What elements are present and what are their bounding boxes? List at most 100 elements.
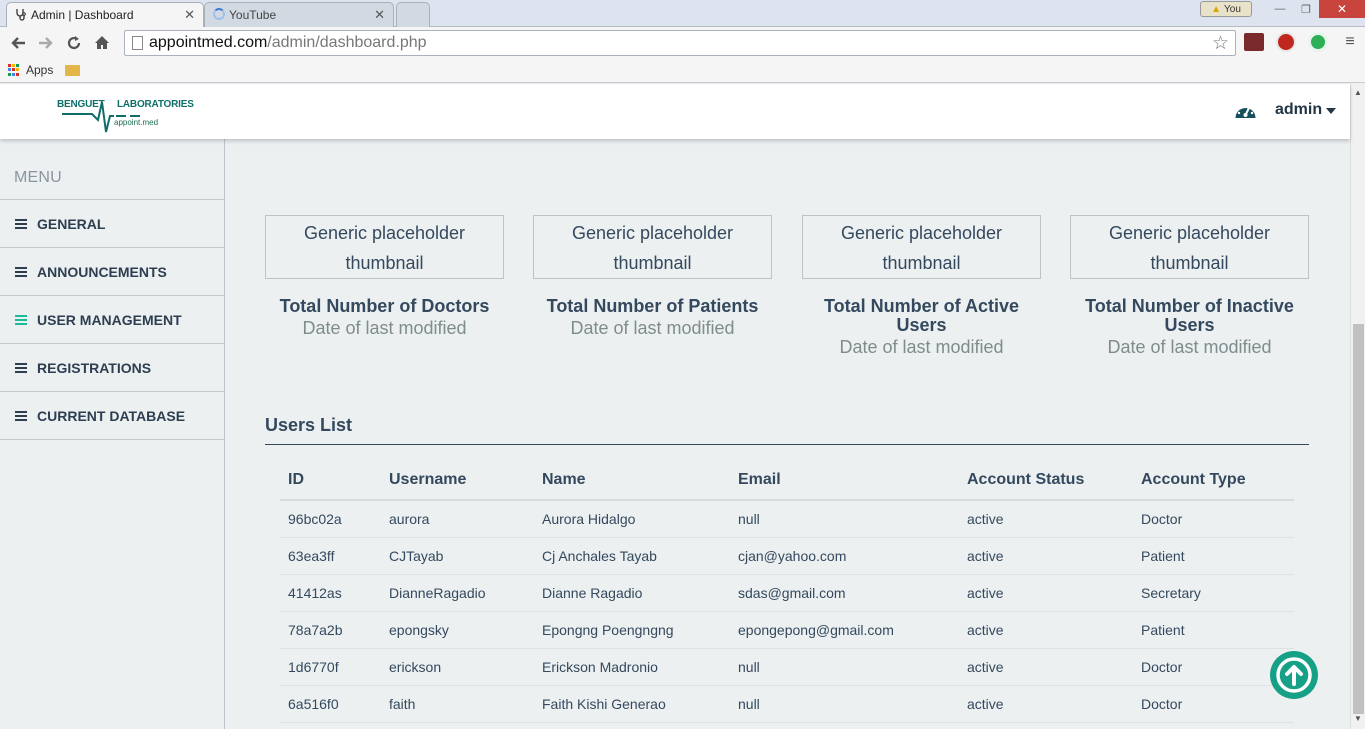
thumbnail-placeholder: Generic placeholder thumbnail: [265, 215, 504, 279]
folder-icon[interactable]: [65, 64, 81, 76]
cell-type: Patient: [1133, 611, 1294, 649]
grammarly-icon[interactable]: [1308, 32, 1328, 52]
sidebar-item-registrations[interactable]: REGISTRATIONS: [0, 344, 224, 392]
cell-id: 41412as: [280, 574, 381, 612]
column-header-id: ID: [280, 461, 381, 501]
menu-title: MENU: [14, 169, 62, 186]
admin-user-dropdown[interactable]: admin: [1275, 101, 1337, 119]
thumbnail-text: Generic placeholder: [840, 223, 1003, 243]
app-header: BENGUET LABORATORIES appoint.med admin: [0, 84, 1350, 139]
dashboard-gauge-icon[interactable]: [1234, 101, 1257, 121]
scrollbar-thumb[interactable]: [1353, 324, 1364, 714]
tab-title: YouTube: [229, 8, 277, 22]
cell-type: Secretary: [1133, 574, 1294, 612]
sidebar-item-announcements[interactable]: ANNOUNCEMENTS: [0, 248, 224, 296]
stethoscope-icon: [15, 8, 28, 21]
table-row[interactable]: 78a7a2b epongsky Epongng Poengngng epong…: [280, 611, 1294, 649]
logo[interactable]: BENGUET LABORATORIES appoint.med: [56, 90, 196, 133]
window-close-icon[interactable]: ✕: [1319, 0, 1365, 18]
thumbnail-text: Generic placeholder: [303, 223, 466, 243]
column-header-account-type: Account Type: [1133, 461, 1294, 501]
restore-icon[interactable]: ❐: [1293, 0, 1319, 18]
cell-id: 96bc02a: [280, 500, 381, 538]
cell-status: active: [959, 611, 1133, 649]
page-scrollbar[interactable]: ▲ ▼: [1350, 84, 1365, 729]
divider: [265, 444, 1309, 445]
scroll-down-arrow-icon[interactable]: ▼: [1354, 714, 1362, 723]
table-row[interactable]: 96bc02a aurora Aurora Hidalgo null activ…: [280, 500, 1294, 538]
cell-username: epongsky: [381, 611, 534, 649]
column-header-email: Email: [730, 461, 959, 501]
cell-status: active: [959, 648, 1133, 686]
window-controls: — ❐ ✕: [1267, 0, 1365, 18]
cell-username: CJTayab: [381, 537, 534, 575]
forward-arrow-icon[interactable]: [32, 29, 60, 57]
home-icon[interactable]: [88, 29, 116, 57]
browser-toolbar: appointmed.com/admin/dashboard.php ☆ ≡: [0, 27, 1365, 58]
stat-card-patients: Generic placeholder thumbnail Total Numb…: [533, 215, 772, 339]
stat-card-inactive-users: Generic placeholder thumbnail Total Numb…: [1070, 215, 1309, 358]
adblock-icon[interactable]: [1276, 32, 1296, 52]
apps-grid-icon[interactable]: [8, 64, 20, 76]
tab-admin-dashboard[interactable]: Admin | Dashboard ✕: [6, 2, 204, 27]
apps-link[interactable]: Apps: [26, 63, 53, 77]
close-icon[interactable]: ✕: [374, 7, 385, 23]
cell-name: Erickson Madronio: [534, 648, 730, 686]
reload-icon[interactable]: [60, 29, 88, 57]
user-label: admin: [1275, 101, 1323, 118]
table-row[interactable]: 41412as DianneRagadio Dianne Ragadio sda…: [280, 574, 1294, 612]
table-row[interactable]: 1d6770f erickson Erickson Madronio null …: [280, 648, 1294, 686]
cell-email: null: [730, 685, 959, 723]
sidebar-item-label: ANNOUNCEMENTS: [37, 263, 167, 280]
table-row[interactable]: 63ea3ff CJTayab Cj Anchales Tayab cjan@y…: [280, 537, 1294, 575]
cell-email: cjan@yahoo.com: [730, 537, 959, 575]
tab-youtube[interactable]: YouTube ✕: [204, 2, 394, 27]
cell-status: active: [959, 685, 1133, 723]
scroll-up-arrow-icon[interactable]: ▲: [1354, 88, 1362, 97]
column-header-name: Name: [534, 461, 730, 501]
minimize-icon[interactable]: —: [1267, 0, 1293, 18]
back-arrow-icon[interactable]: [4, 29, 32, 57]
cell-name: Faith Kishi Generao: [534, 685, 730, 723]
stat-title: Total Number of Patients: [546, 296, 759, 316]
cell-name: Cj Anchales Tayab: [534, 537, 730, 575]
address-bar[interactable]: appointmed.com/admin/dashboard.php ☆: [124, 30, 1236, 56]
tab-title: Admin | Dashboard: [31, 8, 134, 22]
users-list-title: Users List: [265, 415, 353, 435]
cell-email: null: [730, 648, 959, 686]
profile-label: You: [1224, 3, 1241, 15]
table-header-row: ID Username Name Email Account Status Ac…: [280, 461, 1294, 501]
table-row[interactable]: 6a516f0 faith Faith Kishi Generao null a…: [280, 685, 1294, 723]
arrow-up-circle-icon: [1276, 657, 1312, 693]
thumbnail-text: thumbnail: [613, 253, 692, 273]
sidebar-item-general[interactable]: GENERAL: [0, 200, 224, 248]
cell-email: epongepong@gmail.com: [730, 611, 959, 649]
cell-name: Dianne Ragadio: [534, 574, 730, 612]
cell-name: Aurora Hidalgo: [534, 500, 730, 538]
thumbnail-placeholder: Generic placeholder thumbnail: [533, 215, 772, 279]
new-tab-button[interactable]: [396, 2, 430, 27]
cell-type: Doctor: [1133, 500, 1294, 538]
profile-chip[interactable]: ▲ You: [1200, 1, 1252, 17]
url-path: /admin/dashboard.php: [267, 34, 427, 51]
cell-id: 1d6770f: [280, 648, 381, 686]
sidebar: MENU GENERAL ANNOUNCEMENTS USER MANAGEME…: [0, 139, 225, 729]
cell-id: 6a516f0: [280, 685, 381, 723]
sidebar-item-user-management[interactable]: USER MANAGEMENT: [0, 296, 224, 344]
bookmark-star-icon[interactable]: ☆: [1212, 32, 1229, 55]
stat-title: Total Number of Doctors: [279, 296, 490, 316]
cell-type: Patient: [1133, 537, 1294, 575]
cell-name: Epongng Poengngng: [534, 611, 730, 649]
url-host: appointmed.com: [149, 34, 268, 51]
sidebar-item-current-database[interactable]: CURRENT DATABASE: [0, 392, 224, 440]
extension-calendar-icon[interactable]: [1244, 33, 1264, 51]
stat-title: Total Number of Inactive Users: [1085, 296, 1294, 335]
thumbnail-text: thumbnail: [1150, 253, 1229, 273]
menu-bars-icon: [15, 410, 27, 421]
scroll-to-top-button[interactable]: [1270, 651, 1318, 699]
sidebar-item-label: CURRENT DATABASE: [37, 407, 186, 424]
cell-status: active: [959, 500, 1133, 538]
stat-subtitle: Date of last modified: [1107, 337, 1272, 357]
close-icon[interactable]: ✕: [184, 7, 195, 23]
chrome-menu-icon[interactable]: ≡: [1336, 28, 1364, 56]
